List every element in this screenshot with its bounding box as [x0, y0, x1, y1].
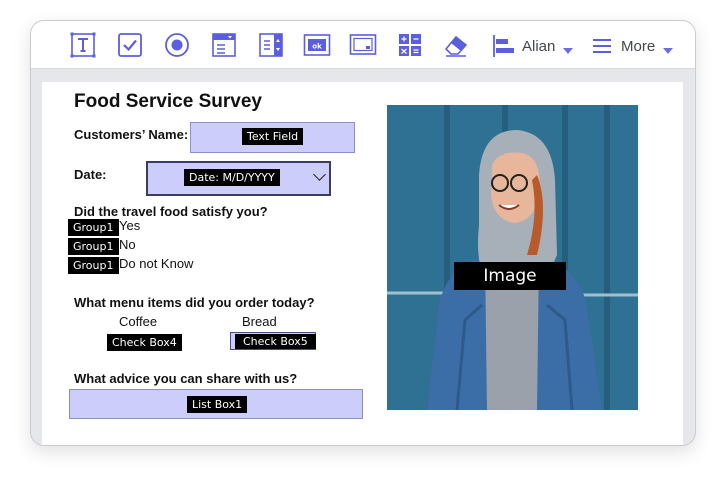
date-field-tag: Date: M/D/YYYY — [184, 169, 280, 186]
align-left-icon — [493, 35, 514, 57]
checkbox-bread[interactable]: Check Box5 — [235, 334, 316, 349]
button-tool-icon[interactable]: ok — [303, 31, 331, 59]
more-menu-label: More — [621, 37, 656, 55]
image-tag: Image — [454, 262, 566, 290]
app-window: ok Alian More Food Service Survey Custom… — [30, 20, 696, 446]
menu-item-bread-label: Bread — [242, 314, 277, 329]
eraser-tool-icon[interactable] — [442, 31, 470, 59]
text-field-tool-icon[interactable] — [69, 31, 97, 59]
align-menu-label: Alian — [522, 37, 556, 55]
radio-group-tag[interactable]: Group1 — [68, 238, 119, 255]
calculator-tool-icon[interactable] — [396, 31, 424, 59]
radio-option-do-not-know: Do not Know — [119, 256, 194, 271]
person-photo — [387, 105, 638, 410]
text-field-tag: Text Field — [242, 128, 304, 145]
list-box-tag: List Box1 — [187, 396, 248, 413]
question-advice-label: What advice you can share with us? — [74, 371, 298, 386]
dropdown-tool-icon[interactable] — [210, 31, 238, 59]
date-label: Date: — [74, 167, 107, 182]
customers-name-label: Customers’ Name: — [74, 127, 189, 142]
radio-option-no: No — [119, 237, 136, 252]
question-menu-label: What menu items did you order today? — [74, 295, 315, 310]
radio-option-yes: Yes — [119, 218, 141, 233]
form-page: Food Service Survey Customers’ Name: Tex… — [42, 82, 683, 445]
image-field[interactable]: Image — [387, 105, 638, 410]
chevron-down-icon — [663, 48, 674, 54]
list-box-tool-icon[interactable] — [257, 31, 285, 59]
checkbox-tool-icon[interactable] — [116, 31, 144, 59]
radio-group-tag[interactable]: Group1 — [68, 219, 119, 236]
form-title: Food Service Survey — [74, 91, 262, 112]
align-menu[interactable]: Alian — [492, 33, 574, 59]
checkbox-coffee[interactable]: Check Box4 — [107, 334, 182, 351]
question-satisfy-label: Did the travel food satisfy you? — [74, 204, 268, 219]
image-tool-icon[interactable] — [349, 31, 377, 59]
chevron-down-icon — [563, 48, 574, 54]
toolbar: ok Alian More — [31, 21, 695, 69]
more-menu[interactable]: More — [591, 33, 674, 59]
menu-item-coffee-label: Coffee — [119, 314, 158, 329]
radio-button-tool-icon[interactable] — [163, 31, 191, 59]
svg-text:ok: ok — [312, 43, 322, 51]
hamburger-menu-icon — [593, 39, 611, 53]
radio-group-tag[interactable]: Group1 — [68, 257, 119, 274]
